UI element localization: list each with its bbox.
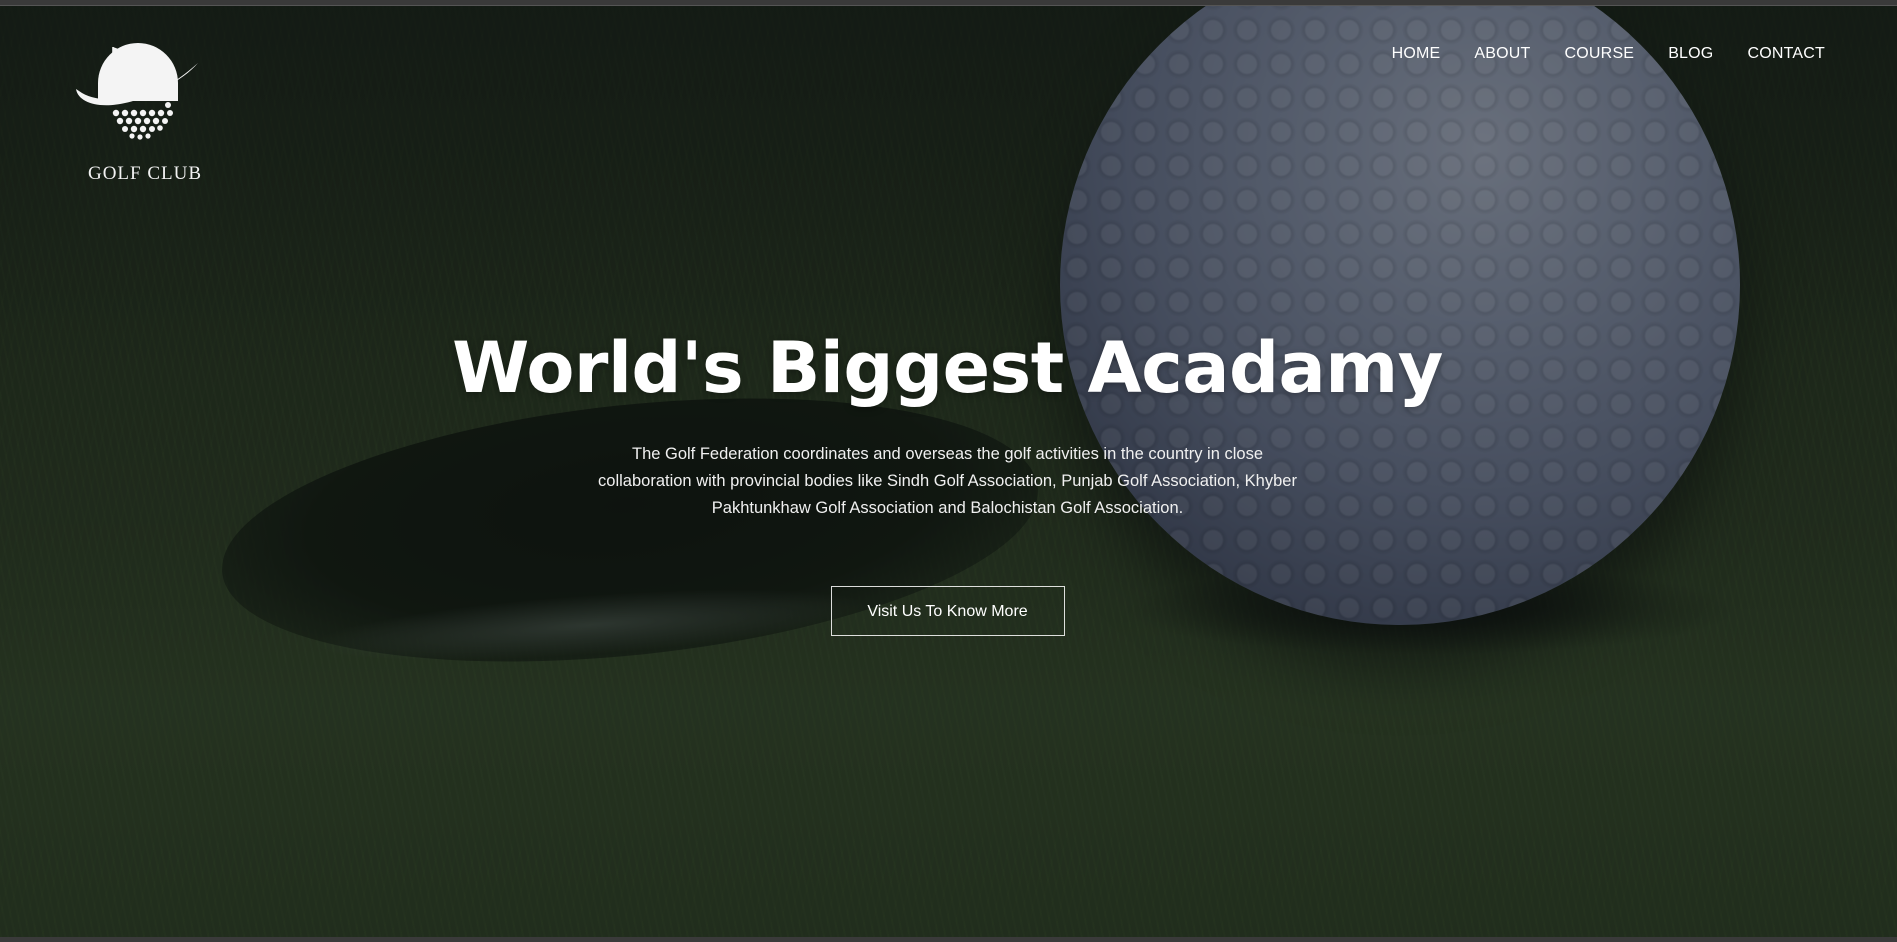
nav-item-home[interactable]: HOME: [1392, 45, 1441, 63]
page: GOLF CLUB HOME ABOUT COURSE BLOG CONTACT…: [0, 0, 1897, 942]
nav-item-about[interactable]: ABOUT: [1474, 45, 1530, 63]
golf-ball-flag-icon: [70, 43, 205, 158]
visit-us-button[interactable]: Visit Us To Know More: [830, 586, 1065, 636]
site-logo[interactable]: GOLF CLUB: [70, 43, 205, 193]
hero-description: The Golf Federation coordinates and over…: [598, 445, 1297, 517]
browser-bottom-edge: [0, 937, 1897, 942]
main-nav: HOME ABOUT COURSE BLOG CONTACT: [1358, 45, 1825, 63]
nav-item-course[interactable]: COURSE: [1565, 45, 1635, 63]
logo-text: GOLF CLUB: [87, 163, 203, 184]
nav-item-blog[interactable]: BLOG: [1668, 45, 1713, 63]
hero-content: World's Biggest Acadamy The Golf Federat…: [0, 323, 1897, 636]
nav-item-contact[interactable]: CONTACT: [1747, 45, 1825, 63]
hero-section: GOLF CLUB HOME ABOUT COURSE BLOG CONTACT…: [0, 0, 1897, 937]
hero-title: World's Biggest Acadamy: [452, 327, 1443, 409]
browser-top-edge: [0, 0, 1897, 6]
